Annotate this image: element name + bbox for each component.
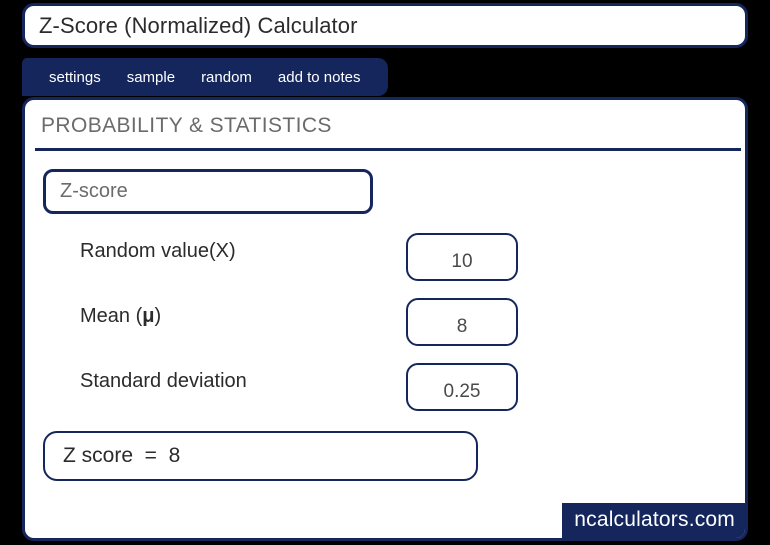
standard-deviation-label: Standard deviation [80,370,247,392]
calculator-type-value: Z-score [60,180,128,202]
random-value-text: 10 [451,251,473,272]
mean-input[interactable]: 8 [406,298,518,346]
site-watermark: ncalculators.com [562,503,745,538]
page-title: Z-Score (Normalized) Calculator [39,12,358,38]
tab-settings[interactable]: settings [36,69,114,86]
field-row: Random value(X) 10 [25,228,745,286]
random-value-label: Random value(X) [80,240,236,262]
section-heading-label: PROBABILITY & STATISTICS [41,114,332,137]
field-row: Mean (μ) 8 [25,293,745,351]
site-watermark-text: ncalculators.com [574,508,735,531]
mean-label-symbol: μ [142,305,155,327]
mean-label: Mean (μ) [80,305,161,328]
field-row: Standard deviation 0.25 [25,358,745,416]
section-divider [35,148,741,151]
standard-deviation-value-text: 0.25 [443,381,481,402]
result-box: Z score = 8 [43,431,478,481]
random-value-input[interactable]: 10 [406,233,518,281]
mean-label-prefix: Mean ( [80,305,143,327]
standard-deviation-input[interactable]: 0.25 [406,363,518,411]
calculator-type-select[interactable]: Z-score [43,169,373,214]
calculator-app: Z-Score (Normalized) Calculator settings… [0,0,770,545]
tab-sample[interactable]: sample [114,69,188,86]
mean-label-suffix: ) [154,305,162,327]
tab-add-to-notes[interactable]: add to notes [265,69,374,86]
title-bar: Z-Score (Normalized) Calculator [22,3,748,48]
result-text: Z score = 8 [63,444,181,467]
section-header: PROBABILITY & STATISTICS [25,114,745,146]
mean-value-text: 8 [456,316,468,337]
main-panel: PROBABILITY & STATISTICS Z-score Random … [22,97,748,541]
tab-bar: settings sample random add to notes [22,58,388,96]
tab-random[interactable]: random [188,69,265,86]
